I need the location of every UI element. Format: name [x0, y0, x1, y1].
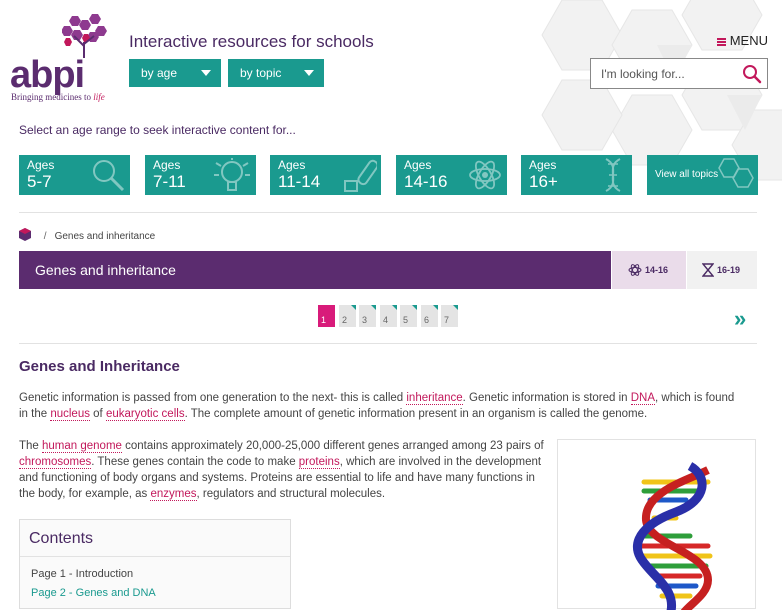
hexagon-pattern-icon — [718, 158, 754, 188]
search-icon[interactable] — [742, 64, 762, 84]
age-tile-label: Ages — [404, 158, 432, 172]
by-topic-dropdown[interactable]: by topic — [228, 59, 324, 87]
age-tile-5-7[interactable]: Ages 5-7 — [19, 155, 130, 195]
divider — [19, 343, 757, 344]
lightbulb-icon — [214, 158, 250, 191]
link-eukaryotic-cells[interactable]: eukaryotic cells — [105, 408, 185, 421]
age-tile-label: Ages — [27, 158, 55, 172]
age-range-prompt: Select an age range to seek interactive … — [19, 123, 296, 137]
link-enzymes[interactable]: enzymes — [150, 488, 197, 501]
age-tile-label: Ages — [153, 158, 181, 172]
age-tile-range: 7-11 — [153, 172, 186, 191]
search-input[interactable] — [599, 66, 743, 82]
age-tile-range: 5-7 — [27, 172, 52, 191]
link-human-genome[interactable]: human genome — [42, 440, 122, 453]
by-age-dropdown[interactable]: by age — [129, 59, 221, 87]
contents-heading: Contents — [20, 520, 290, 557]
age-tile-range: 11-14 — [278, 172, 321, 191]
age-tile-16-plus[interactable]: Ages 16+ — [521, 155, 632, 195]
menu-button[interactable]: MENU — [716, 33, 768, 48]
article-paragraph-1: Genetic information is passed from one g… — [19, 392, 735, 421]
atom-icon — [628, 264, 642, 276]
page-link-3[interactable]: 3 — [359, 305, 376, 327]
breadcrumb-current: Genes and inheritance — [54, 231, 156, 242]
link-dna[interactable]: DNA — [630, 392, 656, 405]
atom-icon — [469, 160, 501, 190]
contents-item-page-1[interactable]: Page 1 - Introduction — [20, 565, 290, 584]
chevron-down-icon — [304, 70, 314, 76]
home-icon[interactable] — [19, 228, 31, 241]
age-tile-7-11[interactable]: Ages 7-11 — [145, 155, 256, 195]
link-inheritance[interactable]: inheritance — [406, 392, 463, 405]
logo-wordmark: abpi — [10, 54, 85, 96]
age-tile-14-16[interactable]: Ages 14-16 — [396, 155, 507, 195]
level-label: 14-16 — [645, 265, 669, 275]
age-tile-range: 14-16 — [404, 172, 448, 191]
by-age-label: by age — [141, 66, 178, 80]
link-nucleus[interactable]: nucleus — [50, 408, 90, 421]
menu-label: MENU — [729, 33, 768, 48]
view-all-topics-label: View all topics — [655, 169, 719, 180]
page-link-2[interactable]: 2 — [339, 305, 356, 327]
topic-title: Genes and inheritance — [35, 262, 176, 278]
chevron-down-icon — [201, 70, 211, 76]
article-paragraph-2: The human genome contains approximately … — [19, 440, 544, 501]
link-chromosomes[interactable]: chromosomes — [19, 456, 92, 469]
view-all-topics-tile[interactable]: View all topics — [647, 155, 758, 195]
topic-banner: Genes and inheritance — [19, 251, 611, 289]
dna-icon — [605, 158, 621, 192]
test-tube-icon — [344, 159, 377, 192]
page-link-5[interactable]: 5 — [400, 305, 417, 327]
logo-tagline: Bringing medicines to life — [11, 92, 105, 102]
level-14-16-badge[interactable]: 14-16 — [612, 251, 686, 289]
age-tile-11-14[interactable]: Ages 11-14 — [270, 155, 381, 195]
age-tile-label: Ages — [278, 158, 306, 172]
by-topic-label: by topic — [240, 66, 282, 80]
search-box — [590, 58, 768, 89]
site-tagline: Interactive resources for schools — [129, 32, 374, 51]
contents-item-page-2[interactable]: Page 2 - Genes and DNA — [20, 584, 290, 603]
level-16-19-badge[interactable]: 16-19 — [687, 251, 757, 289]
breadcrumb-separator: / — [43, 231, 47, 242]
hamburger-icon — [716, 38, 726, 46]
next-page-button[interactable]: » — [734, 306, 746, 332]
abpi-logo[interactable]: abpi Bringing medicines to life — [10, 14, 110, 106]
divider — [19, 212, 757, 213]
page-link-6[interactable]: 6 — [421, 305, 438, 327]
dna-illustration — [557, 439, 756, 615]
age-tile-range: 16+ — [529, 172, 558, 191]
page-link-4[interactable]: 4 — [380, 305, 397, 327]
dna-helix-image — [632, 462, 713, 615]
age-tile-label: Ages — [529, 158, 557, 172]
page-link-1[interactable]: 1 — [318, 305, 335, 327]
breadcrumb: / Genes and inheritance — [19, 228, 155, 242]
logo-tree-icon — [62, 14, 107, 58]
article-title: Genes and Inheritance — [19, 358, 180, 375]
magnifier-icon — [93, 160, 125, 192]
contents-box: Contents Page 1 - Introduction Page 2 - … — [19, 519, 291, 609]
level-label: 16-19 — [717, 265, 741, 275]
link-proteins[interactable]: proteins — [298, 456, 340, 469]
hourglass-icon — [701, 263, 715, 277]
page-link-7[interactable]: 7 — [441, 305, 458, 327]
